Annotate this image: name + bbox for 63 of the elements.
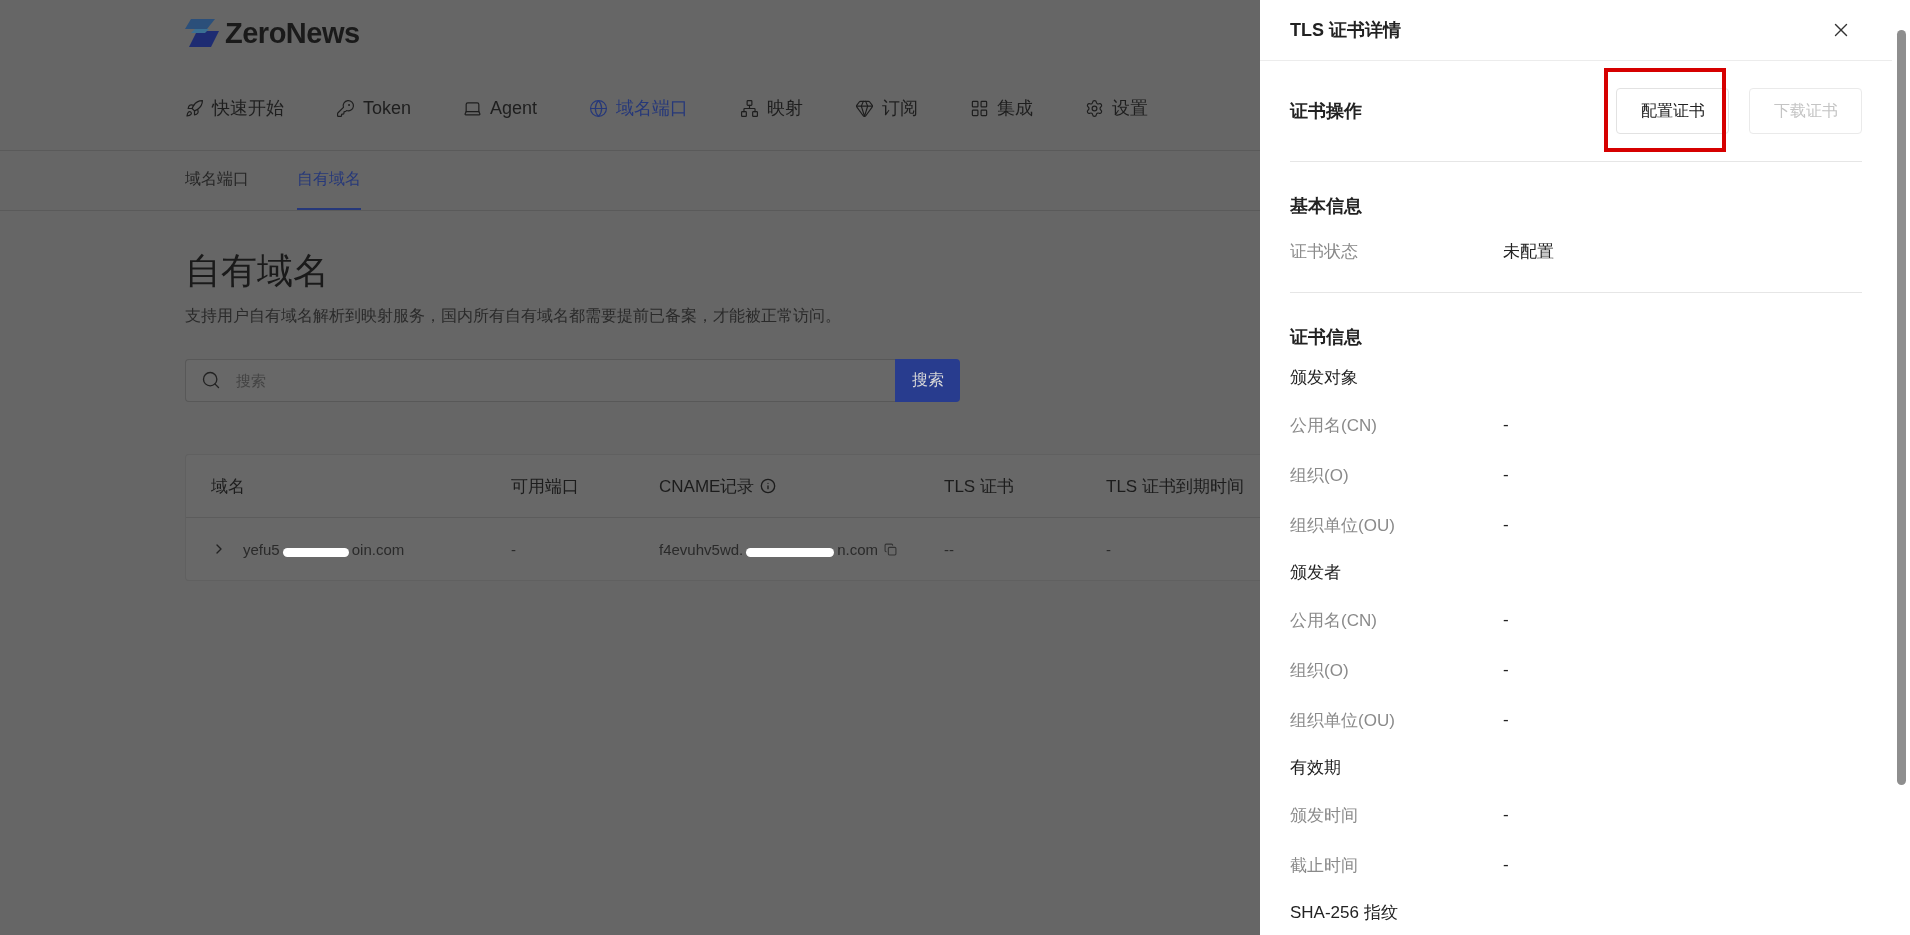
nav-item[interactable]: Agent	[463, 97, 538, 119]
field-value: -	[1503, 465, 1510, 485]
field-value: -	[1503, 515, 1510, 535]
field-label: 公用名(CN)	[1290, 414, 1378, 437]
grid-icon	[970, 98, 990, 118]
table-cell: -	[511, 540, 516, 558]
nav-item[interactable]: 订阅	[855, 96, 919, 120]
table-cell: oin.com	[351, 540, 405, 558]
sub-tab[interactable]: 域名端口	[185, 151, 249, 210]
drawer-title: TLS 证书详情	[1290, 19, 1401, 42]
column-header: CNAME记录	[659, 475, 755, 498]
copy-icon[interactable]	[884, 542, 898, 556]
field-label: 组织(O)	[1290, 464, 1350, 487]
page-description: 支持用户自有域名解析到映射服务，国内所有自有域名都需要提前已备案，才能被正常访问。	[185, 306, 842, 326]
logo-text: ZeroNews	[225, 16, 360, 50]
field-value: 未配置	[1503, 240, 1555, 263]
table-cell: -	[1106, 540, 1111, 558]
nav-item[interactable]: 快速开始	[185, 96, 284, 120]
field-value: -	[1503, 855, 1510, 875]
search-button[interactable]: 搜索	[895, 359, 960, 402]
table-cell: yefu5	[243, 540, 280, 558]
field-label: 组织单位(OU)	[1290, 514, 1396, 537]
nav-item[interactable]: Token	[336, 97, 412, 119]
group-title: 有效期	[1290, 757, 1342, 779]
field-label: 组织单位(OU)	[1290, 709, 1396, 732]
rocket-icon	[185, 98, 204, 118]
logo-icon	[185, 19, 219, 47]
section-title: 证书操作	[1290, 100, 1363, 123]
table-cell: --	[944, 540, 954, 558]
field-value: -	[1503, 660, 1510, 680]
key-icon	[336, 98, 355, 118]
group-title: SHA-256 指纹	[1290, 902, 1399, 924]
field-value: -	[1503, 805, 1510, 825]
configure-button[interactable]: 配置证书	[1616, 88, 1729, 134]
group-title: 颁发者	[1290, 562, 1342, 584]
field-label: 组织(O)	[1290, 659, 1350, 682]
page-title: 自有域名	[185, 249, 330, 293]
nav-item[interactable]: 域名端口	[589, 96, 689, 120]
table-cell: n.com	[837, 540, 879, 558]
diamond-icon	[855, 98, 875, 118]
field-label: 公用名(CN)	[1290, 609, 1378, 632]
section-title: 基本信息	[1290, 195, 1363, 218]
field-value: -	[1503, 710, 1510, 730]
sub-tab[interactable]: 自有域名	[297, 151, 361, 210]
field-value: -	[1503, 415, 1510, 435]
globe-icon	[589, 98, 609, 118]
nav-item[interactable]: 设置	[1085, 96, 1149, 120]
redaction-mark	[282, 547, 349, 557]
group-title: 颁发对象	[1290, 367, 1359, 389]
nav-item[interactable]: 集成	[970, 96, 1034, 120]
field-value: -	[1503, 610, 1510, 630]
column-header: 可用端口	[511, 475, 579, 498]
field-label: 证书状态	[1290, 240, 1359, 263]
field-label: 截止时间	[1290, 854, 1359, 877]
settings-icon	[1085, 98, 1105, 118]
section-title: 证书信息	[1290, 326, 1363, 349]
table-cell: f4evuhv5wd.	[659, 540, 744, 558]
column-header: TLS 证书	[944, 475, 1014, 498]
field-label: 颁发时间	[1290, 804, 1359, 827]
network-icon	[740, 98, 760, 118]
nav-item[interactable]: 映射	[740, 96, 804, 120]
column-header: TLS 证书到期时间	[1106, 475, 1244, 498]
column-header: 域名	[211, 475, 245, 498]
